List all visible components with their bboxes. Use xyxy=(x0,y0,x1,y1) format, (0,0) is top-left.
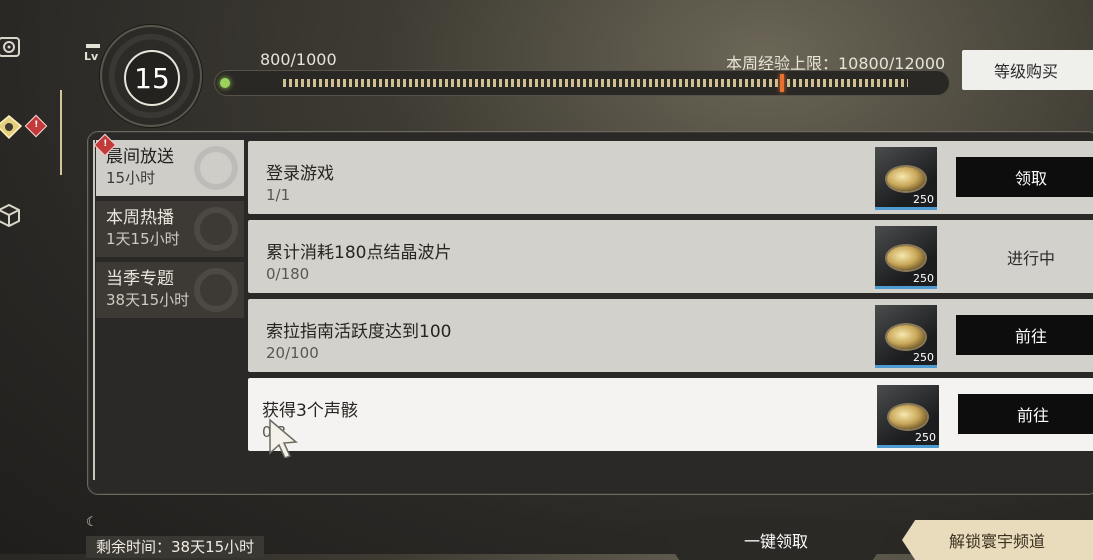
task-row: 获得3个声骸 0/3 250 前往 xyxy=(248,378,1093,451)
xp-start-dot xyxy=(220,78,230,88)
task-progress: 20/100 xyxy=(266,344,319,362)
tab-decoration xyxy=(194,268,238,312)
task-name: 累计消耗180点结晶波片 xyxy=(266,243,452,263)
moon-icon: ☾ xyxy=(86,515,98,530)
shell-credit-icon xyxy=(887,167,925,191)
xp-progress-ticks xyxy=(283,79,908,87)
reward-item[interactable]: 250 xyxy=(875,147,937,210)
reward-count: 250 xyxy=(913,193,934,206)
task-row: 累计消耗180点结晶波片 0/180 250 进行中 xyxy=(248,220,1093,293)
reward-item[interactable]: 250 xyxy=(875,305,937,368)
rail-alert-icon: ! xyxy=(24,114,48,138)
radio-badge-icon[interactable] xyxy=(0,112,24,142)
xp-progress-marker xyxy=(780,74,784,92)
go-button[interactable]: 前往 xyxy=(956,315,1093,355)
reward-count: 250 xyxy=(913,351,934,364)
tab-decoration xyxy=(194,207,238,251)
tab-decoration xyxy=(194,146,238,190)
task-progress: 1/1 xyxy=(266,186,291,204)
tab-season[interactable]: 当季专题 38天15小时 xyxy=(96,262,244,318)
reward-count: 250 xyxy=(915,431,936,444)
reward-item[interactable]: 250 xyxy=(877,385,939,448)
rail-active-indicator xyxy=(60,90,62,175)
level-value: 15 xyxy=(124,50,180,106)
period-tabs: 晨间放送 15小时 本周热播 1天15小时 当季专题 38天15小时 xyxy=(96,140,244,480)
tab-weekly[interactable]: 本周热播 1天15小时 xyxy=(96,201,244,257)
task-row: 登录游戏 1/1 250 领取 xyxy=(248,141,1093,214)
shell-credit-icon xyxy=(887,246,925,270)
shell-credit-icon xyxy=(889,405,927,429)
level-badge: Lv xyxy=(84,50,99,63)
disc-icon[interactable] xyxy=(0,32,24,62)
unlock-channel-button[interactable]: 解锁寰宇频道 xyxy=(902,520,1093,560)
tab-scroll-indicator xyxy=(93,140,95,480)
task-name: 登录游戏 xyxy=(266,164,334,184)
claim-all-button[interactable]: 一键领取 xyxy=(666,520,886,560)
level-purchase-button[interactable]: 等级购买 xyxy=(962,50,1093,90)
go-button[interactable]: 前往 xyxy=(958,394,1093,434)
reward-count: 250 xyxy=(913,272,934,285)
box-icon[interactable] xyxy=(0,200,24,230)
level-tag-bar xyxy=(86,44,100,48)
cursor-icon xyxy=(266,418,300,462)
tab-morning[interactable]: 晨间放送 15小时 xyxy=(96,140,244,196)
task-row: 索拉指南活跃度达到100 20/100 250 前往 xyxy=(248,299,1093,372)
reward-item[interactable]: 250 xyxy=(875,226,937,289)
remaining-time: 剩余时间：38天15小时 xyxy=(86,536,265,558)
shell-credit-icon xyxy=(887,325,925,349)
xp-current: 800/1000 xyxy=(260,50,337,69)
task-name: 索拉指南活跃度达到100 xyxy=(266,322,452,342)
claim-button[interactable]: 领取 xyxy=(956,157,1093,197)
in-progress-status: 进行中 xyxy=(1006,249,1055,268)
task-progress: 0/180 xyxy=(266,265,310,283)
